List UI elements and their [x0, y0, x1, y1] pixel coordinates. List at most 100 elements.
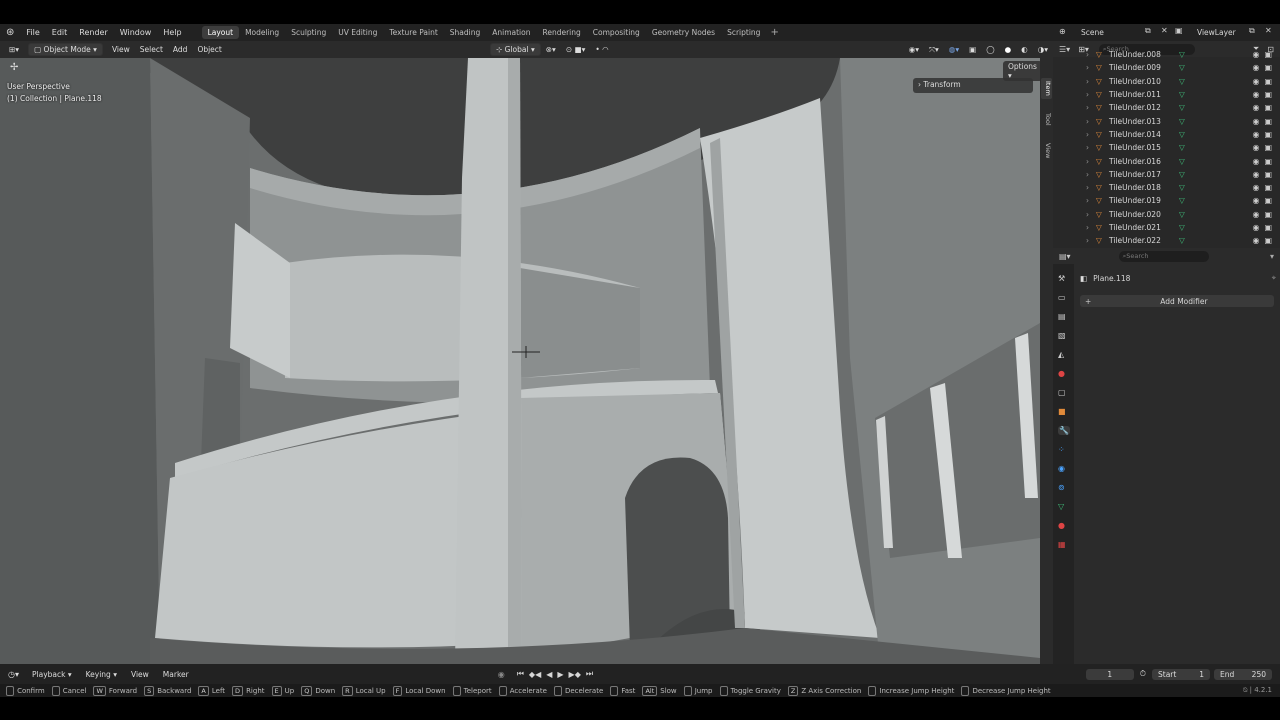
outliner-item[interactable]: › ▽ TileUnder.018 ▽ ◉ ▣: [1053, 181, 1280, 194]
mesh-data-icon[interactable]: ▽: [1179, 236, 1185, 245]
camera-icon[interactable]: ▣: [1264, 130, 1272, 139]
workspace-tab-layout[interactable]: Layout: [201, 26, 240, 39]
play-icon[interactable]: ▶: [557, 670, 563, 679]
mesh-data-icon[interactable]: ▽: [1179, 183, 1185, 192]
timeline-menu-view[interactable]: View: [126, 669, 154, 680]
scene-name[interactable]: Scene: [1081, 28, 1104, 37]
workspace-tab-uv-editing[interactable]: UV Editing: [332, 26, 383, 39]
expand-arrow-icon[interactable]: ›: [1086, 63, 1096, 72]
eye-icon[interactable]: ◉: [1252, 77, 1259, 86]
camera-icon[interactable]: ▣: [1264, 77, 1272, 86]
orientation-dropdown[interactable]: ⊹ Global ▾: [489, 43, 541, 56]
outliner-item[interactable]: › ▽ TileUnder.014 ▽ ◉ ▣: [1053, 128, 1280, 141]
rendered-shading-icon[interactable]: ◑▾: [1033, 44, 1053, 55]
mesh-data-icon[interactable]: ▽: [1179, 90, 1185, 99]
outliner-item[interactable]: › ▽ TileUnder.022 ▽ ◉ ▣: [1053, 234, 1280, 247]
world-icon[interactable]: ●: [1058, 369, 1065, 378]
render-icon[interactable]: ▭: [1058, 293, 1066, 302]
outliner-item[interactable]: › ▽ TileUnder.009 ▽ ◉ ▣: [1053, 61, 1280, 74]
eye-icon[interactable]: ◉: [1252, 130, 1259, 139]
expand-arrow-icon[interactable]: ›: [1086, 196, 1096, 205]
material-shading-icon[interactable]: ◐: [1016, 44, 1033, 55]
workspace-tab-geometry-nodes[interactable]: Geometry Nodes: [646, 26, 721, 39]
outliner-item[interactable]: › ▽ TileUnder.016 ▽ ◉ ▣: [1053, 154, 1280, 167]
camera-icon[interactable]: ▣: [1264, 223, 1272, 232]
frame-start-field[interactable]: Start 1: [1152, 668, 1210, 680]
viewport-menu-object[interactable]: Object: [192, 44, 226, 55]
expand-arrow-icon[interactable]: ›: [1086, 90, 1096, 99]
workspace-tab-compositing[interactable]: Compositing: [587, 26, 646, 39]
new-view-layer-icon[interactable]: ⧉: [1249, 26, 1255, 36]
xray-icon[interactable]: ▣: [964, 44, 981, 55]
eye-icon[interactable]: ◉: [1252, 63, 1259, 72]
editor-type-icon[interactable]: ⊞▾: [4, 44, 24, 55]
material-icon[interactable]: ●: [1058, 521, 1065, 530]
collection-icon[interactable]: ▢: [1058, 388, 1066, 397]
outliner-item[interactable]: › ▽ TileUnder.010 ▽ ◉ ▣: [1053, 75, 1280, 88]
pivot-icon[interactable]: ⊗▾: [541, 44, 561, 55]
play-reverse-icon[interactable]: ◀: [546, 670, 552, 679]
mode-dropdown[interactable]: ▢ Object Mode ▾: [28, 43, 103, 56]
timeline-menu-playback[interactable]: Playback ▾: [27, 669, 77, 680]
outliner-item[interactable]: › ▽ TileUnder.011 ▽ ◉ ▣: [1053, 88, 1280, 101]
timeline-menu-marker[interactable]: Marker: [158, 669, 194, 680]
outliner-item[interactable]: › ▽ TileUnder.020 ▽ ◉ ▣: [1053, 208, 1280, 221]
camera-icon[interactable]: ▣: [1264, 50, 1272, 59]
tab-tool[interactable]: Tool: [1041, 110, 1052, 129]
new-scene-icon[interactable]: ⧉: [1145, 26, 1151, 36]
keyframe-dot-icon[interactable]: ◉: [498, 670, 505, 679]
menu-help[interactable]: Help: [157, 28, 187, 37]
menu-render[interactable]: Render: [73, 28, 113, 37]
physics-icon[interactable]: ◉: [1058, 464, 1065, 473]
camera-icon[interactable]: ▣: [1264, 90, 1272, 99]
output-icon[interactable]: ▤: [1058, 312, 1066, 321]
eye-icon[interactable]: ◉: [1252, 117, 1259, 126]
eye-icon[interactable]: ◉: [1252, 183, 1259, 192]
pin-icon[interactable]: ⌖: [1272, 273, 1276, 283]
workspace-tab-sculpting[interactable]: Sculpting: [285, 26, 332, 39]
mesh-data-icon[interactable]: ▽: [1179, 130, 1185, 139]
camera-icon[interactable]: ▣: [1264, 103, 1272, 112]
eye-icon[interactable]: ◉: [1252, 210, 1259, 219]
visibility-icon[interactable]: ◉▾: [904, 44, 924, 55]
properties-editor-icon[interactable]: ▤▾: [1059, 252, 1071, 261]
particles-icon[interactable]: ⁘: [1058, 445, 1065, 454]
next-keyframe-icon[interactable]: ▶◆: [569, 670, 581, 679]
mesh-data-icon[interactable]: ▽: [1179, 50, 1185, 59]
workspace-tab-modeling[interactable]: Modeling: [239, 26, 285, 39]
workspace-tab-animation[interactable]: Animation: [486, 26, 536, 39]
view-layer-icon[interactable]: ▧: [1058, 331, 1066, 340]
tab-item[interactable]: Item: [1041, 78, 1052, 99]
expand-arrow-icon[interactable]: ›: [1086, 236, 1096, 245]
outliner-item[interactable]: › ▽ TileUnder.021 ▽ ◉ ▣: [1053, 221, 1280, 234]
camera-icon[interactable]: ▣: [1264, 170, 1272, 179]
outliner-item[interactable]: › ▽ TileUnder.013 ▽ ◉ ▣: [1053, 114, 1280, 127]
mesh-data-icon[interactable]: ▽: [1179, 223, 1185, 232]
mesh-data-icon[interactable]: ▽: [1179, 210, 1185, 219]
expand-arrow-icon[interactable]: ›: [1086, 117, 1096, 126]
outliner-item[interactable]: › ▽ TileUnder.019 ▽ ◉ ▣: [1053, 194, 1280, 207]
timeline-editor-icon[interactable]: ◷▾: [8, 670, 19, 679]
camera-icon[interactable]: ▣: [1264, 157, 1272, 166]
mesh-data-icon[interactable]: ▽: [1179, 170, 1185, 179]
jump-end-icon[interactable]: ⏭: [586, 669, 593, 679]
wireframe-shading-icon[interactable]: ◯: [981, 44, 999, 55]
gizmo-icon[interactable]: ⤧▾: [924, 44, 944, 56]
viewport-menu-select[interactable]: Select: [135, 44, 168, 55]
view-layer-icon[interactable]: ▣: [1175, 26, 1183, 35]
workspace-tab-shading[interactable]: Shading: [444, 26, 486, 39]
scene-icon[interactable]: ⊕: [1059, 27, 1066, 36]
overlays-icon[interactable]: ◍▾: [944, 44, 964, 55]
blender-logo-icon[interactable]: ⊛: [6, 27, 14, 38]
expand-arrow-icon[interactable]: ›: [1086, 183, 1096, 192]
data-icon[interactable]: ▽: [1058, 502, 1064, 511]
outliner-item[interactable]: › ▽ TileUnder.008 ▽ ◉ ▣: [1053, 48, 1280, 61]
expand-arrow-icon[interactable]: ›: [1086, 170, 1096, 179]
eye-icon[interactable]: ◉: [1252, 103, 1259, 112]
solid-shading-icon[interactable]: ●: [1000, 44, 1017, 55]
tab-view[interactable]: View: [1041, 140, 1052, 161]
camera-icon[interactable]: ▣: [1264, 63, 1272, 72]
scene-icon[interactable]: ◭: [1058, 350, 1064, 359]
menu-file[interactable]: File: [20, 28, 45, 37]
tool-icon[interactable]: ⚒: [1058, 274, 1065, 283]
